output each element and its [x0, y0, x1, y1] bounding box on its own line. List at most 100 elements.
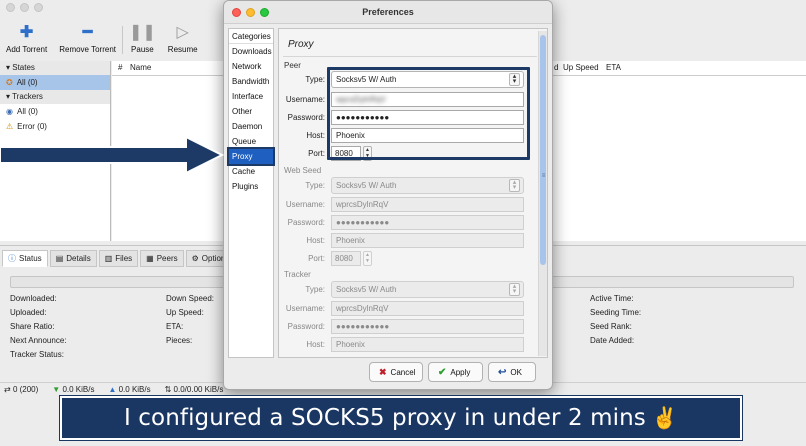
web-seed-host-label: Host:	[306, 236, 325, 245]
tab-details[interactable]: ▤ Details	[49, 250, 97, 267]
web-seed-port-field: 8080	[331, 251, 361, 266]
active-time-label: Active Time:	[590, 294, 634, 303]
details-tabs: ⓘ Status ▤ Details ▥ Files ▦ Peers ⚙ Options	[2, 250, 236, 267]
pause-icon: ❚❚	[128, 24, 156, 41]
remove-torrent-button[interactable]: ━ Remove Torrent	[53, 18, 122, 58]
chevron-updown-icon: ▴ ▾	[509, 283, 520, 296]
web-seed-host-field: Phoenix	[331, 233, 524, 248]
category-proxy[interactable]: Proxy	[227, 147, 275, 166]
add-torrent-button[interactable]: ✚ Add Torrent	[0, 18, 53, 58]
connections-icon: ⇄	[4, 385, 13, 394]
pane-divider	[283, 56, 537, 57]
sidebar-item-trackers-error[interactable]: ⚠ Error (0)	[0, 119, 110, 134]
category-network[interactable]: Network	[229, 59, 273, 74]
category-interface[interactable]: Interface	[229, 89, 273, 104]
peer-type-label: Type:	[305, 75, 325, 84]
category-bandwidth[interactable]: Bandwidth	[229, 74, 273, 89]
proxy-settings-pane: Proxy Peer Type: Socksv5 W/ Auth ▴ ▾ User…	[278, 28, 548, 358]
minimize-dialog-button[interactable]	[246, 8, 255, 17]
pane-scrollbar[interactable]: ≡	[538, 31, 547, 356]
close-dialog-button[interactable]	[232, 8, 241, 17]
minimize-window-button[interactable]	[20, 3, 29, 12]
details-icon: ▤	[55, 254, 64, 263]
states-header-label: States	[12, 63, 35, 72]
peer-settings-highlight	[327, 67, 530, 160]
web-seed-type-label: Type:	[305, 181, 325, 190]
upload-speed-status[interactable]: ▲ 0.0 KiB/s	[108, 385, 150, 394]
next-announce-label: Next Announce:	[10, 336, 67, 345]
apply-label: Apply	[450, 367, 471, 377]
apply-button[interactable]: ✔ Apply	[428, 362, 483, 382]
tracker-username-field: wprcsDylnRqV	[331, 301, 524, 316]
peers-icon: ▦	[146, 254, 154, 263]
peer-password-label: Password:	[287, 113, 325, 122]
tab-status[interactable]: ⓘ Status	[2, 250, 48, 267]
tab-peers[interactable]: ▦ Peers	[140, 250, 184, 267]
connections-status[interactable]: ⇄ 0 (200)	[4, 385, 38, 394]
category-daemon[interactable]: Daemon	[229, 119, 273, 134]
pane-title: Proxy	[288, 39, 314, 50]
tracker-host-label: Host:	[306, 340, 325, 349]
tab-files[interactable]: ▥ Files	[98, 250, 139, 267]
column-header-up-speed[interactable]: Up Speed	[563, 63, 599, 72]
downloaded-label: Downloaded:	[10, 294, 57, 303]
web-seed-password-field: ●●●●●●●●●●●	[331, 215, 524, 230]
pause-label: Pause	[131, 45, 154, 54]
cancel-label: Cancel	[390, 367, 416, 377]
pause-button[interactable]: ❚❚ Pause	[123, 18, 162, 58]
ok-button[interactable]: ↩ OK	[488, 362, 536, 382]
tab-details-label: Details	[66, 254, 91, 263]
category-plugins[interactable]: Plugins	[229, 179, 273, 194]
sidebar-item-trackers-all[interactable]: ◉ All (0)	[0, 104, 110, 119]
seeding-time-label: Seeding Time:	[590, 308, 642, 317]
column-header-name[interactable]: Name	[130, 63, 151, 72]
minus-icon: ━	[82, 24, 93, 41]
column-header-eta[interactable]: ETA	[606, 63, 621, 72]
trackers-header-label: Trackers	[12, 92, 43, 101]
remove-torrent-label: Remove Torrent	[59, 45, 116, 54]
cancel-x-icon: ✖	[379, 366, 387, 377]
tracker-type-label: Type:	[305, 285, 325, 294]
down-speed-label: Down Speed:	[166, 294, 215, 303]
traffic-icon: ⇅	[164, 385, 174, 394]
column-header-partial[interactable]: d	[554, 63, 558, 72]
options-icon: ⚙	[191, 254, 199, 263]
column-header-index[interactable]: #	[118, 63, 122, 72]
protocol-traffic-value: 0.0/0.00 KiB/s	[173, 385, 224, 394]
trackers-error-label: Error (0)	[17, 122, 47, 131]
preferences-title: Preferences	[362, 7, 414, 17]
peer-username-label: Username:	[285, 95, 325, 104]
peer-group-label: Peer	[284, 61, 301, 70]
download-speed-status[interactable]: ▼ 0.0 KiB/s	[52, 385, 94, 394]
window-controls	[6, 3, 43, 12]
web-seed-group-label: Web Seed	[284, 166, 322, 175]
resume-button[interactable]: ▷ Resume	[162, 18, 204, 58]
category-other[interactable]: Other	[229, 104, 273, 119]
category-downloads[interactable]: Downloads	[229, 44, 273, 59]
states-all-label: All (0)	[16, 78, 38, 87]
tracker-password-field: ●●●●●●●●●●●	[331, 319, 524, 334]
scroll-thumb[interactable]: ≡	[540, 35, 546, 265]
zoom-window-button[interactable]	[34, 3, 43, 12]
pieces-label: Pieces:	[166, 336, 193, 345]
zoom-dialog-button[interactable]	[260, 8, 269, 17]
protocol-traffic-status[interactable]: ⇅ 0.0/0.00 KiB/s	[165, 385, 224, 394]
uploaded-label: Uploaded:	[10, 308, 47, 317]
sidebar-item-states-all[interactable]: ✪ All (0)	[0, 75, 110, 90]
tracker-username-label: Username:	[285, 304, 325, 313]
tracker-group-label: Tracker	[284, 270, 311, 279]
close-window-button[interactable]	[6, 3, 15, 12]
pointer-arrow	[0, 135, 225, 175]
categories-list: Categories Downloads Network Bandwidth I…	[227, 28, 275, 358]
up-speed-label: Up Speed:	[166, 308, 204, 317]
category-queue[interactable]: Queue	[229, 134, 273, 149]
cancel-button[interactable]: ✖ Cancel	[369, 362, 423, 382]
trackers-header[interactable]: ▾ Trackers	[0, 90, 110, 104]
web-seed-type-select: Socksv5 W/ Auth ▴ ▾	[331, 177, 524, 194]
dialog-window-controls	[232, 8, 269, 17]
states-header[interactable]: ▾ States	[0, 61, 110, 75]
category-cache[interactable]: Cache	[229, 164, 273, 179]
web-seed-username-field: wprcsDylnRqV	[331, 197, 524, 212]
globe-icon: ◉	[6, 107, 13, 116]
upload-arrow-icon: ▲	[108, 385, 119, 394]
